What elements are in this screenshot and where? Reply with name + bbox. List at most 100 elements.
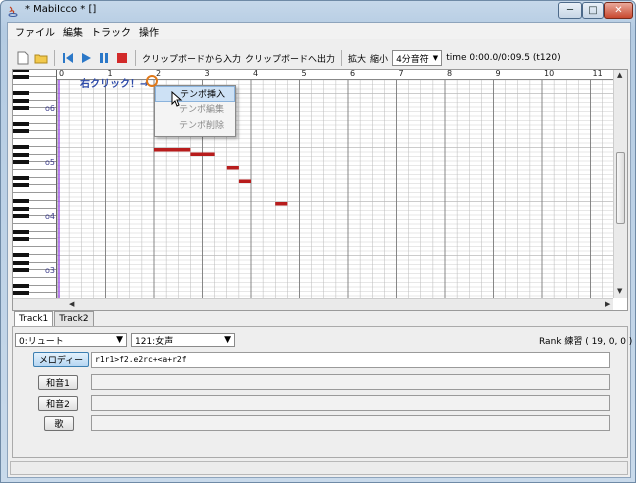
scroll-thumb[interactable] <box>616 152 625 224</box>
black-key[interactable] <box>13 268 29 273</box>
scroll-right-icon[interactable]: ▶ <box>605 300 610 308</box>
zoom-out-button[interactable]: 縮小 <box>370 52 388 65</box>
black-key[interactable] <box>13 214 29 219</box>
clipboard-import-button[interactable]: クリップボードから入力 <box>142 52 241 65</box>
note-block[interactable] <box>238 179 251 184</box>
melody-button[interactable]: メロディー <box>33 352 89 367</box>
octave-label: o6 <box>45 104 55 113</box>
measure-number: 4 <box>253 69 259 78</box>
measure-number: 0 <box>59 69 65 78</box>
scroll-left-icon[interactable]: ◀ <box>69 300 74 308</box>
measure-number: 5 <box>301 69 307 78</box>
rewind-icon[interactable] <box>61 51 75 65</box>
note-block[interactable] <box>226 166 239 170</box>
maximize-button[interactable]: □ <box>582 2 604 19</box>
stop-icon[interactable] <box>115 51 129 65</box>
black-key[interactable] <box>13 229 29 234</box>
black-key[interactable] <box>13 252 29 257</box>
note-block[interactable] <box>275 202 288 206</box>
menu-file[interactable]: ファイル <box>11 24 59 39</box>
black-key[interactable] <box>13 260 29 265</box>
chevron-down-icon: ▼ <box>432 54 439 62</box>
java-app-icon <box>8 6 18 17</box>
measure-number: 3 <box>204 69 210 78</box>
toolbar-separator <box>341 50 343 66</box>
octave-label: o3 <box>45 266 55 275</box>
menu-track[interactable]: トラック <box>87 24 135 39</box>
black-key[interactable] <box>13 90 29 95</box>
tempo-marker-circle[interactable] <box>146 75 158 87</box>
horizontal-scrollbar[interactable]: ◀ ▶ <box>13 298 613 310</box>
open-folder-icon[interactable] <box>34 51 48 65</box>
tab-track1[interactable]: Track1 <box>14 311 54 327</box>
measure-number: 11 <box>592 69 603 78</box>
minimize-button[interactable]: ─ <box>558 2 582 19</box>
play-icon[interactable] <box>79 51 93 65</box>
note-grid[interactable] <box>57 70 613 298</box>
black-key[interactable] <box>13 129 29 134</box>
chord1-button[interactable]: 和音1 <box>38 375 78 390</box>
black-key[interactable] <box>13 106 29 111</box>
menu-delete-tempo[interactable]: テンポ削除 <box>155 118 235 134</box>
clipboard-export-button[interactable]: クリップボードへ出力 <box>245 52 335 65</box>
pause-icon[interactable] <box>97 51 111 65</box>
voice-value: 121:女声 <box>135 336 174 347</box>
scroll-up-icon[interactable]: ▲ <box>617 71 622 79</box>
chevron-down-icon: ▼ <box>224 335 231 345</box>
tab-track2[interactable]: Track2 <box>54 311 94 327</box>
window-title: * MabiIcco * [] <box>25 4 97 15</box>
black-key[interactable] <box>13 183 29 188</box>
song-button[interactable]: 歌 <box>44 416 74 431</box>
black-key[interactable] <box>13 198 29 203</box>
melody-mml-field[interactable]: r1r1>f2.e2rc+<a+r2f <box>91 352 610 368</box>
scroll-down-icon[interactable]: ▼ <box>617 287 622 295</box>
chord1-mml-field[interactable] <box>91 374 610 390</box>
chord2-button[interactable]: 和音2 <box>38 396 78 411</box>
instrument-value: 0:リュート <box>19 336 64 347</box>
toolbar: クリップボードから入力 クリップボードへ出力 拡大 縮小 4分音符 ▼ time… <box>8 47 630 69</box>
menu-edit-tempo[interactable]: テンポ編集 <box>155 102 235 118</box>
note-block[interactable] <box>190 152 215 157</box>
menu-insert-tempo[interactable]: テンポ挿入 <box>155 86 235 102</box>
note-length-select[interactable]: 4分音符 ▼ <box>392 50 443 66</box>
black-key[interactable] <box>13 237 29 242</box>
track-tabs: Track1 Track2 <box>14 311 95 327</box>
voice-select[interactable]: 121:女声 ▼ <box>131 333 235 347</box>
black-key[interactable] <box>13 98 29 103</box>
piano-keyboard[interactable]: o6 o5 o4 o3 <box>13 70 57 298</box>
note-length-value: 4分音符 <box>396 54 429 65</box>
menu-bar: ファイル 編集 トラック 操作 <box>8 23 630 39</box>
instrument-select[interactable]: 0:リュート ▼ <box>15 333 127 347</box>
piano-roll[interactable]: o6 o5 o4 o3 0 1 2 3 4 5 6 7 8 9 10 11 ▲ ▼ ◀ ▶ <box>12 69 628 311</box>
measure-number: 10 <box>544 69 555 78</box>
client-area: ファイル 編集 トラック 操作 クリップボードから入力 クリップボードへ出力 拡… <box>7 22 632 478</box>
close-button[interactable]: ✕ <box>604 2 633 19</box>
menu-operation[interactable]: 操作 <box>135 24 163 39</box>
black-key[interactable] <box>13 144 29 149</box>
chevron-down-icon: ▼ <box>116 335 123 345</box>
new-file-icon[interactable] <box>16 51 30 65</box>
black-key[interactable] <box>13 121 29 126</box>
vertical-scrollbar[interactable]: ▲ ▼ <box>613 70 627 298</box>
menu-edit[interactable]: 編集 <box>59 24 87 39</box>
black-key[interactable] <box>13 283 29 288</box>
context-menu: テンポ挿入 テンポ編集 テンポ削除 <box>154 85 236 137</box>
toolbar-separator <box>135 50 136 66</box>
title-bar[interactable]: * MabiIcco * [] ─ □ ✕ <box>1 1 635 21</box>
song-mml-field[interactable] <box>91 415 610 431</box>
black-key[interactable] <box>13 175 29 180</box>
mouse-cursor-icon <box>171 91 183 107</box>
black-key[interactable] <box>13 206 29 211</box>
zoom-in-button[interactable]: 拡大 <box>348 52 366 65</box>
octave-label: o4 <box>45 212 55 221</box>
note-block[interactable] <box>154 148 191 152</box>
black-key[interactable] <box>13 70 29 72</box>
black-key[interactable] <box>13 152 29 157</box>
black-key[interactable] <box>13 291 29 296</box>
black-key[interactable] <box>13 160 29 165</box>
measure-number: 7 <box>398 69 404 78</box>
measure-number: 8 <box>447 69 453 78</box>
black-key[interactable] <box>13 75 29 80</box>
chord2-mml-field[interactable] <box>91 395 610 411</box>
time-display: time 0:00.0/0:09.5 (t120) <box>446 53 561 63</box>
